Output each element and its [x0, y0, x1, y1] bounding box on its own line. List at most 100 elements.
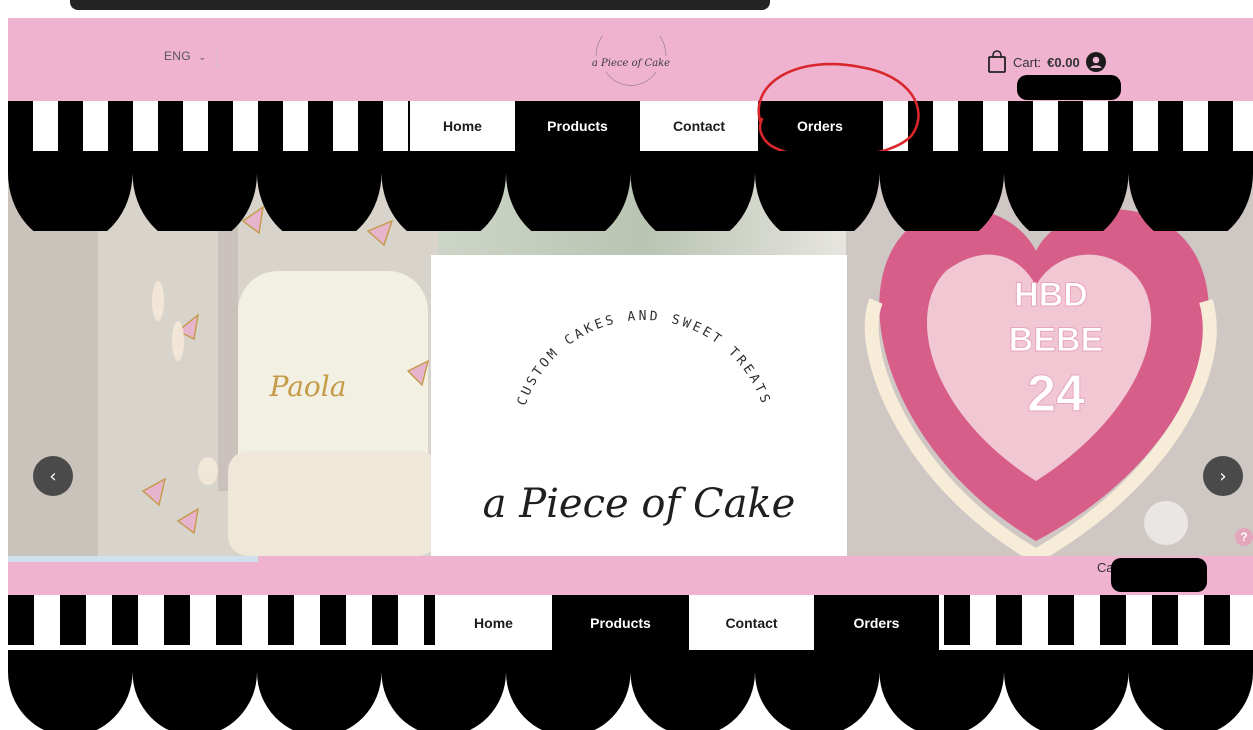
- awning-scallop: [1128, 171, 1253, 231]
- main-nav: Home Products Contact Orders: [8, 62, 1253, 159]
- carousel-prev-button[interactable]: ‹: [33, 456, 73, 496]
- awning-stripe: [320, 595, 346, 645]
- awning-stripe: [8, 595, 34, 645]
- awning-stripe: [216, 595, 242, 645]
- nav-item-products[interactable]: Products: [515, 101, 640, 151]
- cake-topper-name: Paola: [269, 370, 347, 403]
- awning-scallop: [630, 171, 755, 231]
- awning-stripe: [958, 101, 983, 151]
- redacted-username: [1017, 75, 1121, 100]
- awning-stripe: [383, 101, 408, 151]
- awning-stripe: [1074, 595, 1100, 645]
- awning-scallop: [630, 670, 755, 730]
- awning-stripe: [1183, 101, 1208, 151]
- second-main-nav: Home Products Contact Orders: [8, 595, 1253, 650]
- awning-stripe: [233, 101, 258, 151]
- cake-text-line2: BEBE: [1009, 321, 1103, 359]
- awning-scallop: [879, 171, 1004, 231]
- awning-stripe: [60, 595, 86, 645]
- awning-stripe: [34, 595, 60, 645]
- second-nav-menu: Home Products Contact Orders: [435, 595, 939, 650]
- awning-stripe: [133, 101, 158, 151]
- awning-stripe: [1022, 595, 1048, 645]
- awning-stripe: [1008, 101, 1033, 151]
- cake-text-line3: 24: [1027, 365, 1085, 423]
- awning-scallop: [381, 670, 506, 730]
- awning-stripe: [944, 595, 970, 645]
- awning-stripe: [996, 595, 1022, 645]
- second-nav-item-orders[interactable]: Orders: [814, 595, 939, 650]
- awning-scallop: [755, 171, 880, 231]
- language-selector[interactable]: ENG ⌄: [164, 49, 206, 63]
- hero-slide-center: CUSTOM CAKES AND SWEET TREATS a Piece of…: [431, 255, 847, 556]
- awning-stripe: [190, 595, 216, 645]
- awning-stripe: [8, 101, 33, 151]
- awning-stripe: [333, 101, 358, 151]
- awning-stripe: [1178, 595, 1204, 645]
- second-nav-item-home[interactable]: Home: [435, 595, 552, 650]
- help-button[interactable]: ?: [1235, 528, 1253, 546]
- awning-stripe: [58, 101, 83, 151]
- awning-stripe: [1233, 101, 1253, 151]
- awning-stripe: [294, 595, 320, 645]
- logo-script-text: a Piece of Cake: [483, 481, 796, 527]
- awning-stripe: [108, 101, 133, 151]
- awning-scallop: [506, 171, 631, 231]
- shopping-bag-icon: [988, 50, 1006, 73]
- awning-stripe: [1058, 101, 1083, 151]
- awning-stripe: [242, 595, 268, 645]
- awning-band: [8, 151, 1253, 173]
- awning-stripe: [86, 595, 112, 645]
- awning-scallop: [257, 171, 382, 231]
- awning-scallop: [1128, 670, 1253, 730]
- awning-stripe: [308, 101, 333, 151]
- awning-stripe: [372, 595, 398, 645]
- awning-stripe: [970, 595, 996, 645]
- second-nav-item-products[interactable]: Products: [552, 595, 689, 650]
- awning-stripe: [1152, 595, 1178, 645]
- awning-scallop: [755, 670, 880, 730]
- awning-scallop: [8, 171, 133, 231]
- second-redacted-username: [1111, 558, 1207, 592]
- website-frame: ENG ⌄ a Piece of Cake Cart: €0.00 Home P…: [8, 18, 1253, 556]
- language-divider: [217, 47, 218, 67]
- awning-scallop: [257, 670, 382, 730]
- awning-stripe: [164, 595, 190, 645]
- awning-stripe: [1208, 101, 1233, 151]
- annotation-circle: [757, 62, 920, 159]
- awning-stripe: [112, 595, 138, 645]
- awning-stripe: [183, 101, 208, 151]
- second-nav-item-contact[interactable]: Contact: [689, 595, 814, 650]
- awning-stripe: [1048, 595, 1074, 645]
- cart-link[interactable]: Cart: €0.00: [987, 50, 1106, 74]
- awning-stripe: [258, 101, 283, 151]
- awning-stripe: [1033, 101, 1058, 151]
- carousel-next-button[interactable]: ›: [1203, 456, 1243, 496]
- svg-text:CUSTOM CAKES AND SWEET TREATS: CUSTOM CAKES AND SWEET TREATS: [515, 309, 774, 408]
- awning-stripe: [138, 595, 164, 645]
- svg-text:a Piece of Cake: a Piece of Cake: [592, 58, 670, 69]
- top-strip-cut: [70, 0, 770, 10]
- awning-scallop: [381, 171, 506, 231]
- site-logo[interactable]: a Piece of Cake: [582, 36, 680, 86]
- logo-arc-text: CUSTOM CAKES AND SWEET TREATS: [515, 309, 771, 408]
- awning-stripe: [1108, 101, 1133, 151]
- awning-stripe: [158, 101, 183, 151]
- awning-stripe: [1204, 595, 1230, 645]
- awning-scallop: [8, 670, 133, 730]
- chevron-down-icon: ⌄: [198, 52, 207, 62]
- awning-stripe: [268, 595, 294, 645]
- awning-scallop: [879, 670, 1004, 730]
- top-strip: [0, 0, 1253, 18]
- cart-total: €0.00: [1047, 54, 1080, 70]
- center-logo: CUSTOM CAKES AND SWEET TREATS a Piece of…: [483, 309, 796, 527]
- nav-item-home[interactable]: Home: [410, 101, 515, 151]
- chevron-right-icon: ›: [1219, 465, 1227, 487]
- awning-scallop: [1004, 670, 1129, 730]
- user-circle-icon[interactable]: [1085, 52, 1106, 72]
- awning-stripe: [346, 595, 372, 645]
- awning-stripe: [1158, 101, 1183, 151]
- awning-stripe: [1100, 595, 1126, 645]
- awning-band: [8, 650, 1253, 672]
- second-window-edge: [8, 556, 258, 562]
